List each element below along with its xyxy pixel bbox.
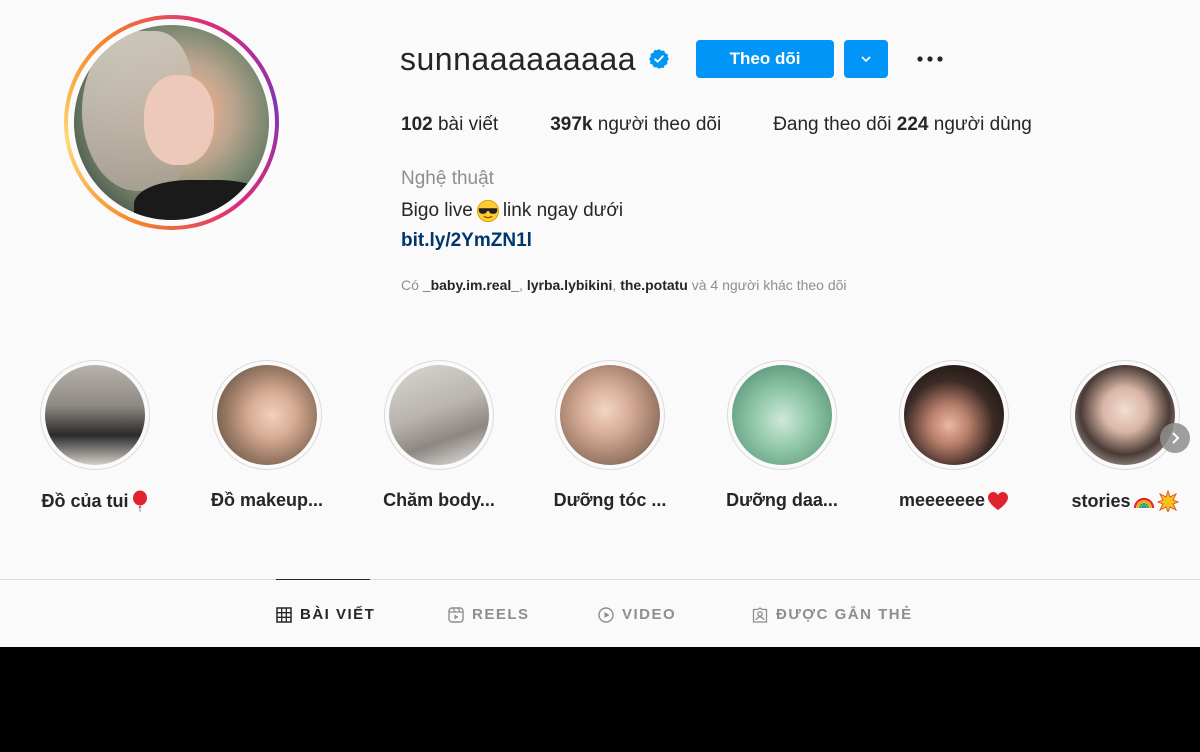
suggested-dropdown-button[interactable] (844, 40, 889, 78)
highlight-cover (1075, 365, 1175, 465)
play-icon (598, 606, 614, 623)
username: sunnaaaaaaaaa (400, 40, 637, 77)
following-stat[interactable]: Đang theo dõi 224 người dùng (773, 114, 1032, 136)
highlight-cover (217, 365, 317, 465)
chevron-down-icon (861, 56, 871, 63)
highlight-item[interactable]: Đồ makeup... (192, 350, 342, 511)
highlight-cover (904, 365, 1004, 465)
grid-icon (276, 606, 292, 623)
tab-tagged[interactable]: ĐƯỢC GẮN THẺ (752, 606, 913, 623)
profile-category: Nghệ thuật (401, 168, 494, 189)
highlight-cover (45, 365, 145, 465)
profile-tabs: BÀI VIẾT REELS VIDEO ĐƯỢC GẮN THẺ (0, 579, 1200, 647)
smiling-face-with-sunglasses-icon (476, 199, 499, 223)
posts-stat: 102 bài viết (401, 114, 499, 135)
red-heart-icon (988, 491, 1009, 510)
bio-link[interactable]: bit.ly/2YmZN1l (401, 230, 532, 252)
highlights-next-arrow-icon[interactable] (1160, 423, 1190, 453)
profile-avatar[interactable] (64, 15, 279, 230)
active-tab-indicator (276, 579, 370, 580)
highlight-item[interactable]: Đồ của tui (20, 350, 170, 512)
followers-stat[interactable]: 397k người theo dõi (550, 114, 721, 136)
profile-bio: Bigo live link ngay dưới (401, 199, 624, 223)
rainbow-icon (1133, 497, 1154, 509)
highlight-cover (732, 365, 832, 465)
tab-posts[interactable]: BÀI VIẾT (276, 606, 375, 623)
story-highlights: Đồ của tui Đồ makeup... Chăm body... Dưỡ… (0, 350, 1200, 530)
follow-button[interactable]: Theo dõi (696, 40, 835, 78)
followed-by-text[interactable]: Có _baby.im.real_, lyrba.lybikini, the.p… (401, 277, 847, 293)
reels-icon (448, 606, 464, 623)
tab-video[interactable]: VIDEO (598, 606, 676, 623)
tab-reels[interactable]: REELS (448, 606, 530, 623)
profile-stats: 102 bài viết 397k người theo dõi Đang th… (401, 114, 1084, 136)
collision-icon (1156, 490, 1179, 512)
username-row: sunnaaaaaaaaa Theo dõi (400, 36, 946, 82)
tagged-icon (752, 606, 768, 623)
highlight-cover (560, 365, 660, 465)
more-options-icon[interactable] (914, 43, 946, 75)
balloon-icon (132, 490, 147, 512)
verified-badge-icon (649, 49, 669, 69)
highlight-item[interactable]: meeeeeee (879, 350, 1029, 511)
highlight-cover (389, 365, 489, 465)
profile-header: sunnaaaaaaaaa Theo dõi 102 bài viết 397k… (0, 0, 1200, 330)
highlight-item[interactable]: Chăm body... (364, 350, 514, 511)
highlight-item[interactable]: Dưỡng daa... (707, 350, 857, 511)
avatar-photo (74, 25, 269, 220)
highlight-item[interactable]: Dưỡng tóc ... (535, 350, 685, 511)
black-area (0, 647, 1200, 752)
